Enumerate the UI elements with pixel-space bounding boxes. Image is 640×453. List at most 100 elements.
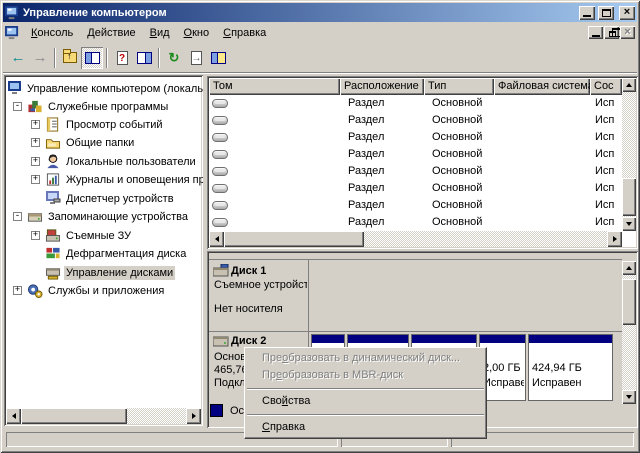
- expand-icon[interactable]: +: [31, 175, 40, 184]
- partition-5[interactable]: 424,94 ГБИсправен: [528, 334, 613, 401]
- menu-separator: [247, 388, 484, 390]
- tree-item-device-manager[interactable]: Диспетчер устройств: [4, 190, 203, 207]
- volume-icon: [212, 150, 228, 159]
- menu-konsol[interactable]: Консоль: [24, 25, 80, 41]
- tree-item-disk-defragmenter[interactable]: Дефрагментация диска: [4, 245, 203, 262]
- expand-icon[interactable]: +: [31, 231, 40, 240]
- removable-storage-icon: [45, 228, 61, 243]
- collapse-icon[interactable]: -: [13, 212, 22, 221]
- column-header-filesystem[interactable]: Файловая система: [494, 78, 590, 95]
- minimize-button[interactable]: [579, 6, 595, 20]
- scroll-up-button[interactable]: [622, 78, 636, 92]
- scroll-left-button[interactable]: [209, 231, 224, 247]
- disk-pane-vertical-scrollbar[interactable]: [622, 253, 636, 404]
- disk-management-icon: [45, 265, 61, 280]
- show-panel-button[interactable]: [133, 47, 155, 69]
- volume-row[interactable]: РазделОсновнойИсп: [209, 129, 622, 146]
- tree-item-computer-management[interactable]: Управление компьютером (локальн: [4, 80, 203, 97]
- refresh-button[interactable]: ↻: [163, 47, 185, 69]
- menu-bar: Консоль Действие Вид Окно Справка ×: [3, 22, 637, 43]
- close-button[interactable]: ×: [619, 6, 635, 20]
- scroll-thumb[interactable]: [21, 408, 127, 424]
- volume-row[interactable]: РазделОсновнойИсп: [209, 95, 622, 112]
- column-header-location[interactable]: Расположение: [340, 78, 424, 95]
- help-doc-button[interactable]: ?: [111, 47, 133, 69]
- show-hide-tree-button[interactable]: [81, 47, 103, 69]
- tree-item-services-applications[interactable]: + Службы и приложения: [4, 282, 203, 299]
- column-header-status[interactable]: Сос: [590, 78, 622, 95]
- system-tools-icon: [27, 99, 43, 114]
- back-button[interactable]: ←: [7, 47, 29, 69]
- tree-item-disk-management[interactable]: Управление дисками: [4, 264, 203, 281]
- scroll-right-button[interactable]: [186, 408, 201, 424]
- menu-item-convert-mbr: Преобразовать в MBR-диск: [246, 367, 485, 384]
- disk-1-info[interactable]: Диск 1 Съемное устройство Нет носителя: [209, 260, 309, 331]
- show-panel-icon: [137, 52, 152, 64]
- scroll-thumb[interactable]: [622, 279, 636, 325]
- volume-icon: [212, 218, 228, 227]
- tree-item-removable-storage[interactable]: + Съемные ЗУ: [4, 227, 203, 244]
- collapse-icon[interactable]: -: [13, 102, 22, 111]
- volume-row[interactable]: РазделОсновнойИсп: [209, 146, 622, 163]
- volume-row[interactable]: РазделОсновнойИсп: [209, 112, 622, 129]
- scroll-thumb[interactable]: [224, 231, 364, 247]
- volume-row[interactable]: РазделОсновнойИсп: [209, 214, 622, 231]
- export-list-button[interactable]: →: [185, 47, 207, 69]
- volume-row[interactable]: РазделОсновнойИсп: [209, 197, 622, 214]
- scroll-down-icon: [626, 395, 632, 402]
- scroll-down-button[interactable]: [622, 217, 636, 231]
- expand-icon[interactable]: +: [31, 157, 40, 166]
- volume-row[interactable]: РазделОсновнойИсп: [209, 163, 622, 180]
- tree-item-local-users[interactable]: + Локальные пользователи: [4, 153, 203, 170]
- column-header-type[interactable]: Тип: [424, 78, 494, 95]
- expand-icon[interactable]: +: [13, 286, 22, 295]
- mdi-restore-button[interactable]: [604, 26, 619, 39]
- tree-item-event-viewer[interactable]: + Просмотр событий: [4, 116, 203, 133]
- scroll-left-icon: [212, 236, 219, 242]
- menu-window[interactable]: Окно: [177, 25, 217, 41]
- menu-help[interactable]: Справка: [216, 25, 273, 41]
- volume-row[interactable]: РазделОсновнойИсп: [209, 180, 622, 197]
- disk-1-row: Диск 1 Съемное устройство Нет носителя: [209, 259, 622, 331]
- tree-horizontal-scrollbar[interactable]: [6, 408, 201, 424]
- local-users-icon: [45, 154, 61, 169]
- help-doc-icon: ?: [117, 51, 128, 65]
- menu-view[interactable]: Вид: [143, 25, 177, 41]
- column-header-volume[interactable]: Том: [209, 78, 340, 95]
- show-hide-tree-icon: [85, 52, 100, 64]
- volume-list-horizontal-scrollbar[interactable]: [209, 231, 622, 247]
- scroll-right-icon: [613, 236, 620, 242]
- scroll-left-button[interactable]: [6, 408, 21, 424]
- scroll-right-button[interactable]: [607, 231, 622, 247]
- forward-button[interactable]: →: [29, 47, 51, 69]
- computer-management-window: Управление компьютером × Консоль Действи…: [0, 0, 640, 453]
- up-one-level-button[interactable]: ↑: [59, 47, 81, 69]
- menu-action[interactable]: Действие: [80, 25, 142, 41]
- tree-item-shared-folders[interactable]: + Общие папки: [4, 134, 203, 151]
- title-bar[interactable]: Управление компьютером ×: [3, 3, 637, 22]
- expand-icon[interactable]: +: [31, 138, 40, 147]
- mdi-minimize-button[interactable]: [588, 26, 603, 39]
- toolbar: ← → ↑ ? ↻ →: [3, 43, 637, 73]
- partition-color-bar: [348, 335, 408, 344]
- services-icon: [27, 283, 43, 298]
- mdi-restore-icon: [609, 31, 616, 37]
- menu-item-help[interactable]: Справка: [246, 419, 485, 436]
- expand-icon[interactable]: +: [31, 120, 40, 129]
- event-viewer-icon: [45, 117, 61, 132]
- tree-item-storage[interactable]: - Запоминающие устройства: [4, 208, 203, 225]
- scroll-down-button[interactable]: [622, 390, 636, 404]
- tree-item-system-tools[interactable]: - Служебные программы: [4, 98, 203, 115]
- disk-defragmenter-icon: [45, 246, 61, 261]
- tree-item-performance-logs[interactable]: + Журналы и оповещения пр: [4, 171, 203, 188]
- close-icon: ×: [624, 7, 630, 18]
- mdi-close-button[interactable]: ×: [620, 26, 635, 39]
- volume-list-header: Том Расположение Тип Файловая система Со…: [209, 78, 622, 95]
- help-window-button[interactable]: [207, 47, 229, 69]
- scroll-thumb[interactable]: [622, 178, 636, 216]
- menu-item-properties[interactable]: Свойства: [246, 393, 485, 410]
- volume-list-vertical-scrollbar[interactable]: [622, 78, 636, 231]
- scroll-up-button[interactable]: [622, 261, 636, 275]
- disk-1-type: Съемное устройство: [214, 279, 307, 291]
- maximize-button[interactable]: [598, 6, 614, 20]
